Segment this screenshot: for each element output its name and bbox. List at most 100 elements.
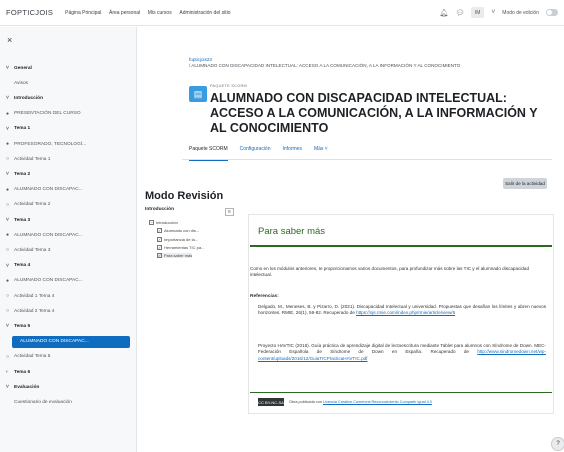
completion-icon: ● xyxy=(6,110,10,117)
course-index-label: General xyxy=(14,65,32,71)
course-index-label: Actividad Tema 1 xyxy=(14,156,51,162)
course-index-label: Tema 2 xyxy=(14,171,31,177)
course-index-label: Cuestionario de evaluación xyxy=(14,399,72,405)
course-activity[interactable]: ○ Actividad Tema 5 xyxy=(6,351,132,363)
chevron-down-icon: ˅ xyxy=(6,65,9,71)
breadcrumb: fopticjois23 / ALUMNADO CON DISCAPACIDAD… xyxy=(189,57,499,69)
course-section[interactable]: ˅ Evaluación xyxy=(6,381,132,393)
breadcrumb-course[interactable]: fopticjois23 xyxy=(189,57,212,62)
course-index-drawer: × ˅ General Avisos ˅ Introducción ● PRESENTACI… xyxy=(0,27,137,452)
nav-dashboard[interactable]: Área personal xyxy=(109,10,140,16)
course-activity[interactable]: ○ Actividad Tema 3 xyxy=(6,244,132,256)
course-index-label: ALUMNADO CON DISCAPAC... xyxy=(14,232,83,238)
course-section[interactable]: ˅ Tema 3 xyxy=(6,214,132,226)
license-note: Obra publicada con Licencia Creative Com… xyxy=(289,400,432,404)
course-index-label: Actividad 2 Tema 4 xyxy=(14,308,55,314)
toc-collapse-button[interactable]: ≡ xyxy=(225,208,234,216)
toc-item[interactable]: ✓ Herramientas TIC pa... xyxy=(157,244,205,250)
toc-item-label: Para saber más xyxy=(164,253,193,259)
course-section[interactable]: ˅ Tema 1 xyxy=(6,123,132,135)
course-index-label: Evaluación xyxy=(14,384,40,390)
nav-my-courses[interactable]: Mis cursos xyxy=(148,10,172,16)
chevron-down-icon: ˅ xyxy=(6,217,9,223)
chevron-down-icon: › xyxy=(6,369,8,375)
course-activity[interactable]: ● ALUMNADO CON DISCAPAC... xyxy=(6,275,132,287)
toc-item[interactable]: ✓ Importancia de la... xyxy=(157,236,199,242)
toc-item[interactable]: ✓ Para saber más xyxy=(157,253,193,259)
toc-item[interactable]: − Introducción xyxy=(149,220,178,225)
chevron-down-icon[interactable]: ˅ xyxy=(491,9,495,16)
reference-item: Proyecto HAVTIC (2016). Guía práctica de… xyxy=(258,343,546,362)
course-index-label: Tema 5 xyxy=(14,323,31,329)
review-mode-title: Modo Revisión xyxy=(145,190,224,202)
completion-icon: ○ xyxy=(6,308,10,315)
edit-mode-label: Modo de edición xyxy=(502,9,539,16)
sco-title: Para saber más xyxy=(258,226,326,237)
toc-item[interactable]: ✓ Alumnado con dis... xyxy=(157,228,199,234)
course-activity-current[interactable]: ALUMNADO CON DISCAPAC... xyxy=(12,335,130,348)
course-section[interactable]: ˅ Introducción xyxy=(6,92,132,104)
sco-intro: Como en los módulos anteriores, te propo… xyxy=(250,266,530,278)
course-activity[interactable]: Cuestionario de evaluación xyxy=(6,396,132,408)
scorm-toc: Introducción ≡ − Introducción ✓ Alumnado co… xyxy=(145,207,237,269)
chevron-down-icon: ˅ xyxy=(6,95,9,102)
sco-footer-rule xyxy=(250,392,552,393)
course-activity[interactable]: Avisos xyxy=(6,77,132,89)
course-activity[interactable]: ● PROFESORADO, TECNOLOGÍ... xyxy=(6,138,132,150)
course-activity[interactable]: ○ Actividad Tema 2 xyxy=(6,199,132,211)
scorm-content-frame: Para saber más Como en los módulos anter… xyxy=(248,214,554,414)
course-index-label: Tema 4 xyxy=(14,263,31,269)
course-index-label: Actividad Tema 2 xyxy=(14,202,51,208)
chevron-down-icon: ˅ xyxy=(6,384,9,391)
course-activity[interactable]: ● ALUMNADO CON DISCAPAC... xyxy=(6,229,132,241)
course-index-label: Avisos xyxy=(14,80,29,86)
course-index-label: Actividad 1 Tema 4 xyxy=(14,293,55,299)
collapse-icon: − xyxy=(149,220,154,225)
completion-icon: ○ xyxy=(6,293,10,299)
course-activity[interactable]: ● PRESENTACIÓN DEL CURSO xyxy=(6,108,132,120)
references-heading: Referencias: xyxy=(250,294,279,299)
chevron-down-icon: ˅ xyxy=(6,171,9,178)
reference-item: Delgado, M., Meneses, B. y Pizarro, D. (… xyxy=(258,304,546,317)
help-button[interactable]: ? xyxy=(551,437,564,451)
page-title: ALUMNADO CON DISCAPACIDAD INTELECTUAL: A… xyxy=(210,91,538,135)
toc-item-label: Introducción xyxy=(156,220,178,225)
exit-activity-button[interactable]: Salir de la actividad xyxy=(503,178,547,189)
chat-icon[interactable]: 💬︎ xyxy=(455,9,464,17)
toc-item-label: Herramientas TIC pa... xyxy=(164,244,205,250)
reference-link[interactable]: https://ojs.rmie.com/index.php/rmie/arti… xyxy=(356,310,455,315)
toc-item-label: Importancia de la... xyxy=(164,236,199,242)
nav-site-admin[interactable]: Administración del sitio xyxy=(179,10,230,16)
course-section[interactable]: ˅ Tema 5 xyxy=(6,320,132,332)
primary-nav: Página Principal Área personal Mis curso… xyxy=(65,10,236,16)
avatar[interactable]: IM xyxy=(471,7,485,18)
course-activity[interactable]: ○ Actividad 1 Tema 4 xyxy=(6,290,132,302)
close-icon[interactable]: × xyxy=(7,35,12,45)
course-section[interactable]: ˅ General xyxy=(6,62,132,74)
course-activity[interactable]: ○ Actividad Tema 1 xyxy=(6,153,132,165)
sco-title-rule xyxy=(250,245,552,247)
tabs-divider xyxy=(182,159,552,160)
toc-heading: Introducción xyxy=(145,207,175,212)
course-index-label: Actividad Tema 5 xyxy=(14,354,51,360)
course-activity[interactable]: ● ALUMNADO CON DISCAPAC... xyxy=(6,184,132,196)
completion-icon: ● xyxy=(6,141,10,147)
check-icon: ✓ xyxy=(157,236,162,242)
nav-home[interactable]: Página Principal xyxy=(65,10,101,16)
breadcrumb-current: / ALUMNADO CON DISCAPACIDAD INTELECTUAL:… xyxy=(189,63,461,68)
course-index-label: ALUMNADO CON DISCAPAC... xyxy=(14,278,83,284)
check-icon: ✓ xyxy=(157,244,162,250)
course-activity[interactable]: ○ Actividad 2 Tema 4 xyxy=(6,305,132,317)
completion-icon: ○ xyxy=(6,201,10,208)
course-index-label: Actividad Tema 3 xyxy=(14,247,51,253)
course-section[interactable]: ˅ Tema 4 xyxy=(6,260,132,272)
package-type-label: PAQUETE SCORM xyxy=(210,84,247,88)
license-link[interactable]: Licencia Creative Commons Reconocimiento… xyxy=(323,400,432,404)
edit-mode-toggle[interactable] xyxy=(546,9,558,16)
site-brand[interactable]: FOPTICJOIS xyxy=(6,8,53,17)
cc-license-badge[interactable]: CC BY-NC-SA xyxy=(258,398,284,406)
course-section[interactable]: › Tema 6 xyxy=(6,366,132,378)
course-index-label: Tema 1 xyxy=(14,126,31,132)
bell-icon[interactable]: 🔔︎ xyxy=(439,9,448,17)
course-section[interactable]: ˅ Tema 2 xyxy=(6,168,132,180)
